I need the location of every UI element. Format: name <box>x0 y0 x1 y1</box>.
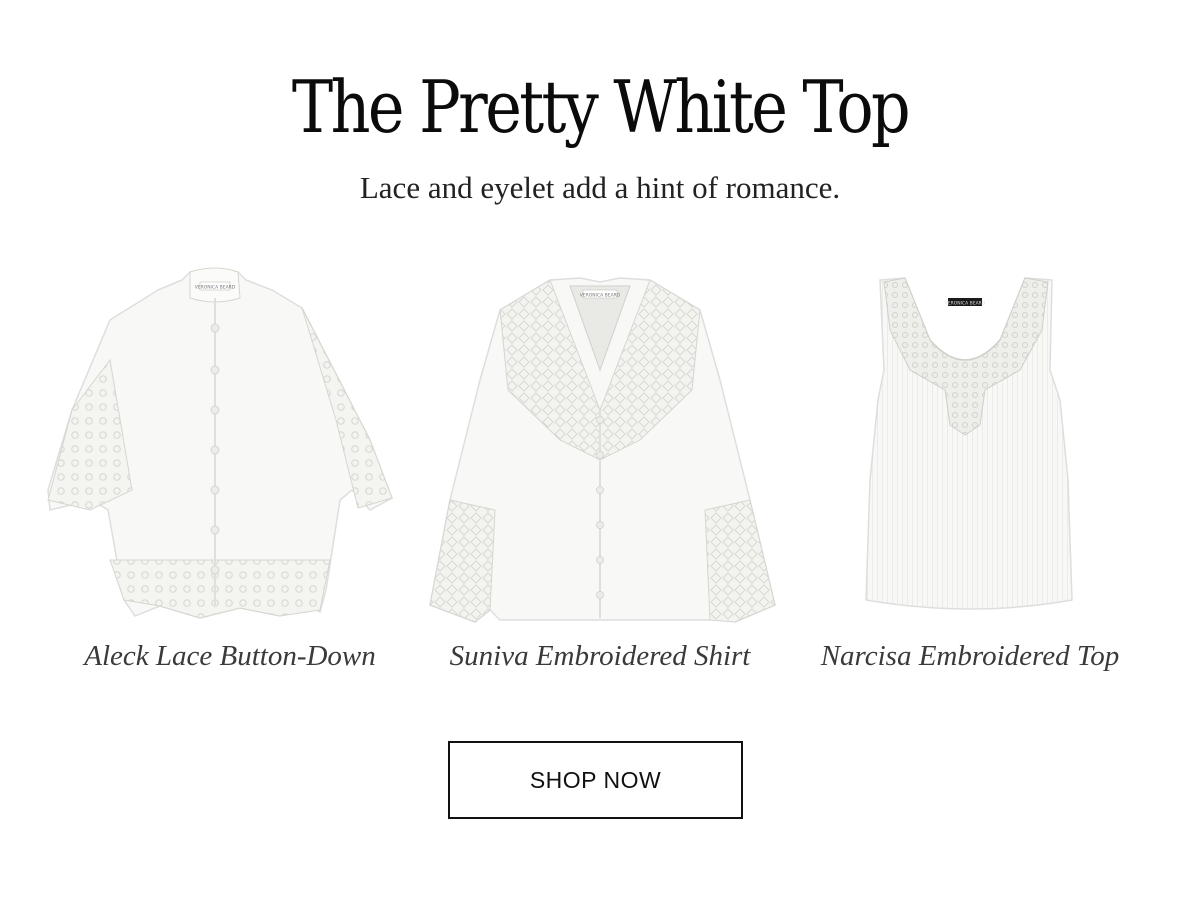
product-card-narcisa[interactable]: VERONICA BEARD Narcisa Embroidered Top <box>780 260 1160 690</box>
product-card-suniva[interactable]: VERONICA BEARD Suniva Embroidered Shirt <box>410 260 790 690</box>
page-title: The Pretty White Top <box>291 65 911 149</box>
shop-now-button[interactable]: SHOP NOW <box>448 741 743 819</box>
brand-label-text: VERONICA BEARD <box>580 293 621 299</box>
brand-label-text: VERONICA BEARD <box>195 285 236 291</box>
product-name-narcisa[interactable]: Narcisa Embroidered Top <box>780 640 1160 673</box>
product-image-aleck[interactable]: VERONICA BEARD <box>40 260 420 625</box>
brand-label-text: VERONICA BEARD <box>945 301 986 307</box>
product-name-suniva[interactable]: Suniva Embroidered Shirt <box>410 640 790 673</box>
product-image-narcisa[interactable]: VERONICA BEARD <box>780 260 1160 625</box>
product-name-aleck[interactable]: Aleck Lace Button-Down <box>40 640 420 673</box>
product-image-suniva[interactable]: VERONICA BEARD <box>410 260 790 625</box>
product-card-aleck[interactable]: VERONICA BEARD Aleck Lace Button-Down <box>40 260 420 690</box>
page-subtitle: Lace and eyelet add a hint of romance. <box>359 170 841 205</box>
